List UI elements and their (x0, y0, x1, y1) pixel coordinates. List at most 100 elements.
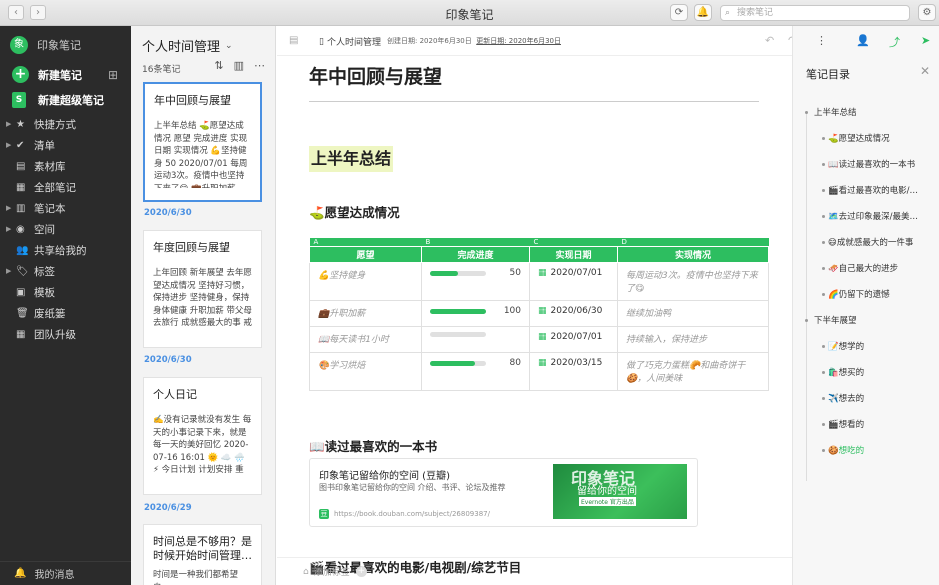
note-card[interactable]: 个人日记 ✍️没有记录就没有发生 每天的小事记录下来，就是每一天的美好回忆 20… (143, 377, 262, 495)
progress-cell[interactable]: 50 (421, 262, 530, 301)
undo-icon[interactable]: ↶ (765, 34, 774, 47)
detail-cell[interactable]: 继续加油鸭 (617, 300, 769, 327)
sidebar-item[interactable]: ▶ ◉ 空间 (6, 219, 128, 239)
messages-button[interactable]: 🔔 我的消息 (0, 561, 131, 585)
calendar-icon: ▦ (538, 306, 547, 316)
new-note-button[interactable]: + 新建笔记 (12, 66, 82, 83)
toc-bullet (822, 449, 825, 452)
progress-cell[interactable]: 100 (421, 300, 530, 327)
progress-bar (430, 308, 486, 314)
wish-cell[interactable]: 📖每天读书1小时 (309, 326, 422, 353)
toc-item[interactable]: 🗺️去过印象最深/最美… (828, 210, 930, 222)
toc-bullet (822, 423, 825, 426)
sidebar-item[interactable]: ▶ ▥ 笔记本 (6, 198, 128, 218)
date-cell[interactable]: ▦ 2020/07/01 (529, 262, 618, 301)
add-user-icon[interactable]: 👤 (856, 34, 870, 47)
date-cell[interactable]: ▦ 2020/06/30 (529, 300, 618, 327)
caret-right-icon[interactable]: ▶ (6, 267, 16, 275)
note-list: 个人时间管理 ⌄ 16条笔记 ⇅ ▥ ⋯ 年中回顾与展望 上半年总结 ⛳愿望达成… (131, 26, 276, 585)
caret-right-icon[interactable]: ▶ (6, 225, 16, 233)
link-title: 印象笔记留给你的空间 (豆瓣) (319, 471, 450, 482)
account-switcher[interactable]: 象 印象笔记 (10, 34, 81, 56)
toc-item[interactable]: ⛳愿望达成情况 (828, 132, 930, 144)
caret-right-icon[interactable]: ▶ (6, 120, 16, 128)
toc-item[interactable]: 🎬想看的 (828, 418, 930, 430)
expand-icon[interactable]: ▤ (289, 35, 298, 46)
sidebar-item[interactable]: ▶ ★ 快捷方式 (6, 114, 128, 134)
detail-cell[interactable]: 每周运动3次。疫情中也坚持下来了😋 (617, 262, 769, 301)
progress-bar (430, 332, 486, 337)
shared-icon: 👥 (16, 244, 29, 256)
note-date: 2020/6/29 (144, 503, 192, 513)
notification-icon[interactable]: 🔔 (694, 4, 712, 21)
notes-icon: ▦ (16, 181, 26, 193)
add-tag-label[interactable]: 添加标签 (314, 565, 350, 578)
table-row[interactable]: 🎨学习烘焙 80 ▦ 2020/03/15 做了巧克力蛋糕🥐和曲奇饼干🍪，人间美味 (309, 352, 769, 391)
sidebar-item[interactable]: ▶ ✔ 清单 (6, 135, 128, 155)
note-card-snippet: 上半年总结 ⛳愿望达成情况 愿望 完成进度 实现日期 实现情况 💪坚持健身 50… (154, 121, 248, 188)
toc-item[interactable]: 🎬看过最喜欢的电影/… (828, 184, 930, 196)
note-title[interactable]: 年中回顾与展望 (309, 62, 442, 89)
sidebar-item-label: 模板 (34, 286, 55, 299)
sidebar-item[interactable]: ▣ 模板 (6, 282, 128, 302)
toc-item[interactable]: ✈️想去的 (828, 392, 930, 404)
settings-icon[interactable]: ⚙ (918, 4, 936, 21)
toc-item[interactable]: 下半年展望 (814, 314, 929, 326)
progress-cell[interactable]: 80 (421, 352, 530, 391)
wish-cell[interactable]: 💼升职加薪 (309, 300, 422, 327)
more-icon[interactable]: ⋯ (254, 59, 265, 72)
toc-item[interactable]: 😄成就感最大的一件事 (828, 236, 930, 248)
link-url[interactable]: 豆 https://book.douban.com/subject/268093… (319, 509, 490, 519)
date-cell[interactable]: ▦ 2020/03/15 (529, 352, 618, 391)
new-note-label: 新建笔记 (38, 68, 82, 82)
note-card[interactable]: 时间总是不够用？是时候开始时间管理… 时间是一种我们都希望自… (143, 524, 262, 585)
wish-cell[interactable]: 🎨学习烘焙 (309, 352, 422, 391)
detail-cell[interactable]: 持续输入，保持进步 (617, 326, 769, 353)
send-icon[interactable]: ➤ (921, 34, 930, 47)
sidebar-item[interactable]: ▶ 🏷 标签 (6, 261, 128, 281)
link-preview-card[interactable]: 印象笔记留给你的空间 (豆瓣) 图书印象笔记留给你的空间 介绍、书评、论坛及推荐… (309, 458, 698, 527)
sync-icon[interactable]: ⟳ (670, 4, 688, 21)
sidebar-item[interactable]: ▦ 团队升级 (6, 324, 128, 344)
wish-table[interactable]: A B C D 愿望 完成进度 实现日期 实现情况 💪坚持健身 50 ▦ 2020/0… (309, 238, 769, 391)
notebook-title[interactable]: 个人时间管理 ⌄ (142, 36, 233, 55)
toc-item[interactable]: 🌈仍留下的遗憾 (828, 288, 930, 300)
progress-cell[interactable] (421, 326, 530, 353)
detail-cell[interactable]: 做了巧克力蛋糕🥐和曲奇饼干🍪，人间美味 (617, 352, 769, 391)
table-row[interactable]: 💼升职加薪 100 ▦ 2020/06/30 继续加油鸭 (309, 300, 769, 327)
table-row[interactable]: 💪坚持健身 50 ▦ 2020/07/01 每周运动3次。疫情中也坚持下来了😋 (309, 262, 769, 301)
view-mode-icon[interactable]: ▥ (234, 59, 244, 72)
table-row[interactable]: 📖每天读书1小时 ▦ 2020/07/01 持续输入，保持进步 (309, 326, 769, 353)
toc-bullet (822, 189, 825, 192)
caret-right-icon[interactable]: ▶ (6, 141, 16, 149)
column-letter: C (529, 238, 618, 247)
toc-item[interactable]: 🛷自己最大的进步 (828, 262, 930, 274)
close-icon[interactable]: ✕ (920, 64, 930, 78)
toc-bullet (822, 293, 825, 296)
heading-first-half: 上半年总结 (309, 146, 394, 172)
breadcrumb[interactable]: ▯ 个人时间管理 (319, 35, 381, 49)
date-cell[interactable]: ▦ 2020/07/01 (529, 326, 618, 353)
sidebar-item[interactable]: ▤ 素材库 (6, 156, 128, 176)
toc-item[interactable]: 📖读过最喜欢的一本书 (828, 158, 930, 170)
sidebar-item[interactable]: ▦ 全部笔记 (6, 177, 128, 197)
add-tag-button[interactable]: + (355, 566, 367, 577)
sidebar-item[interactable]: 🗑 废纸篓 (6, 303, 128, 323)
grid-icon[interactable]: ⊞ (108, 68, 118, 82)
note-card[interactable]: 年度回顾与展望 上年回顾 新年展望 去年愿望达成情况 坚持好习惯，保持进步 坚持… (143, 230, 262, 348)
search-input[interactable]: ⌕ 搜索笔记 (720, 5, 910, 21)
sidebar-item[interactable]: 👥 共享给我的 (6, 240, 128, 260)
sidebar-item-label: 素材库 (34, 160, 66, 173)
caret-right-icon[interactable]: ▶ (6, 204, 16, 212)
new-super-note-button[interactable]: S 新建超级笔记 (12, 92, 104, 108)
wish-cell[interactable]: 💪坚持健身 (309, 262, 422, 301)
toc-item[interactable]: 🛍️想买的 (828, 366, 930, 378)
toc-item[interactable]: 上半年总结 (814, 106, 929, 118)
progress-bar (430, 360, 486, 366)
toc-item[interactable]: 🍪想吃的 (828, 444, 930, 456)
more-icon[interactable]: ⋮ (816, 34, 827, 47)
share-icon[interactable]: ⤴ (889, 34, 900, 50)
note-card[interactable]: 年中回顾与展望 上半年总结 ⛳愿望达成情况 愿望 完成进度 实现日期 实现情况 … (143, 82, 262, 202)
toc-item[interactable]: 📝想学的 (828, 340, 930, 352)
sort-icon[interactable]: ⇅ (214, 59, 223, 72)
